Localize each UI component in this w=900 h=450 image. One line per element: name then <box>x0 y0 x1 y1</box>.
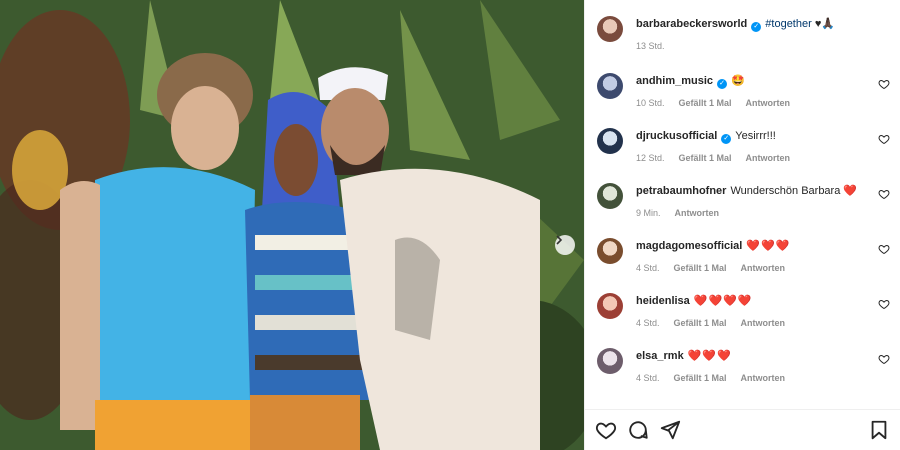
comment-list: barbarabeckersworld ✓ #together ♥🙏🏿 13 Std… <box>585 0 900 409</box>
caption-hashtag[interactable]: #together <box>765 18 811 30</box>
comment-row: magdagomesofficial ❤️❤️❤️ 4 Std. Gefällt … <box>585 238 900 273</box>
comment-username[interactable]: andhim_music <box>636 75 713 87</box>
heart-icon[interactable] <box>878 133 890 145</box>
avatar[interactable] <box>597 73 623 99</box>
heart-icon[interactable] <box>878 353 890 365</box>
heart-icon[interactable] <box>878 298 890 310</box>
comment-row: petrabaumhofner Wunderschön Barbara ❤️ 9 … <box>585 183 900 218</box>
avatar[interactable] <box>597 348 623 374</box>
bookmark-icon[interactable] <box>868 419 890 441</box>
caption-author[interactable]: barbarabeckersworld <box>636 18 747 30</box>
caption-time: 13 Std. <box>636 41 665 51</box>
comment-likes[interactable]: Gefällt 1 Mal <box>679 153 732 163</box>
instagram-post: barbarabeckersworld ✓ #together ♥🙏🏿 13 Std… <box>0 0 900 450</box>
heart-icon[interactable] <box>595 419 617 441</box>
verified-icon: ✓ <box>717 79 728 89</box>
photo-illustration <box>0 0 584 450</box>
avatar[interactable] <box>597 16 623 42</box>
comment-text: ❤️❤️❤️❤️ <box>693 295 753 307</box>
comment-row: andhim_music ✓ 🤩 10 Std. Gefällt 1 Mal Ant… <box>585 73 900 108</box>
comment-username[interactable]: petrabaumhofner <box>636 185 726 197</box>
avatar[interactable] <box>597 238 623 264</box>
avatar[interactable] <box>597 293 623 319</box>
comments-panel: barbarabeckersworld ✓ #together ♥🙏🏿 13 Std… <box>584 0 900 450</box>
comment-row: djruckusofficial ✓ Yesirrr!!! 12 Std. Gefä… <box>585 128 900 163</box>
comment-time: 4 Std. <box>636 263 660 273</box>
comment-time: 4 Std. <box>636 373 660 383</box>
reply-button[interactable]: Antworten <box>741 373 786 383</box>
reply-button[interactable]: Antworten <box>746 98 791 108</box>
comment-likes[interactable]: Gefällt 1 Mal <box>679 98 732 108</box>
comment-text: ❤️❤️❤️ <box>746 240 791 252</box>
comment-time: 9 Min. <box>636 208 661 218</box>
comment-username[interactable]: heidenlisa <box>636 295 690 307</box>
comment-likes[interactable]: Gefällt 1 Mal <box>674 263 727 273</box>
heart-icon[interactable] <box>878 188 890 200</box>
comment-time: 12 Std. <box>636 153 665 163</box>
heart-icon[interactable] <box>878 78 890 90</box>
comment-username[interactable]: magdagomesofficial <box>636 240 742 252</box>
comment-likes[interactable]: Gefällt 1 Mal <box>674 373 727 383</box>
reply-button[interactable]: Antworten <box>746 153 791 163</box>
comment-text: Yesirrr!!! <box>735 130 776 142</box>
heart-icon[interactable] <box>878 243 890 255</box>
verified-icon: ✓ <box>721 134 732 144</box>
comment-time: 4 Std. <box>636 318 660 328</box>
action-bar <box>585 409 900 450</box>
post-caption: barbarabeckersworld ✓ #together ♥🙏🏿 13 Std… <box>585 16 900 51</box>
post-photo[interactable] <box>0 0 584 450</box>
next-image-button[interactable] <box>555 235 575 255</box>
comment-time: 10 Std. <box>636 98 665 108</box>
comment-username[interactable]: elsa_rmk <box>636 350 684 362</box>
comment-text: 🤩 <box>731 75 745 87</box>
caption-emoji: ♥🙏🏿 <box>814 18 836 30</box>
comment-username[interactable]: djruckusofficial <box>636 130 717 142</box>
comment-likes[interactable]: Gefällt 1 Mal <box>674 318 727 328</box>
comment-icon[interactable] <box>627 419 649 441</box>
verified-icon: ✓ <box>751 22 762 32</box>
comment-row: elsa_rmk ❤️❤️❤️ 4 Std. Gefällt 1 Mal Antw… <box>585 348 900 383</box>
reply-button[interactable]: Antworten <box>741 318 786 328</box>
reply-button[interactable]: Antworten <box>741 263 786 273</box>
avatar[interactable] <box>597 183 623 209</box>
chevron-right-icon <box>556 235 563 245</box>
comment-text: ❤️❤️❤️ <box>687 350 732 362</box>
share-icon[interactable] <box>659 419 681 441</box>
comment-row: heidenlisa ❤️❤️❤️❤️ 4 Std. Gefällt 1 Mal … <box>585 293 900 328</box>
comment-text: Wunderschön Barbara ❤️ <box>730 185 858 197</box>
reply-button[interactable]: Antworten <box>675 208 720 218</box>
avatar[interactable] <box>597 128 623 154</box>
